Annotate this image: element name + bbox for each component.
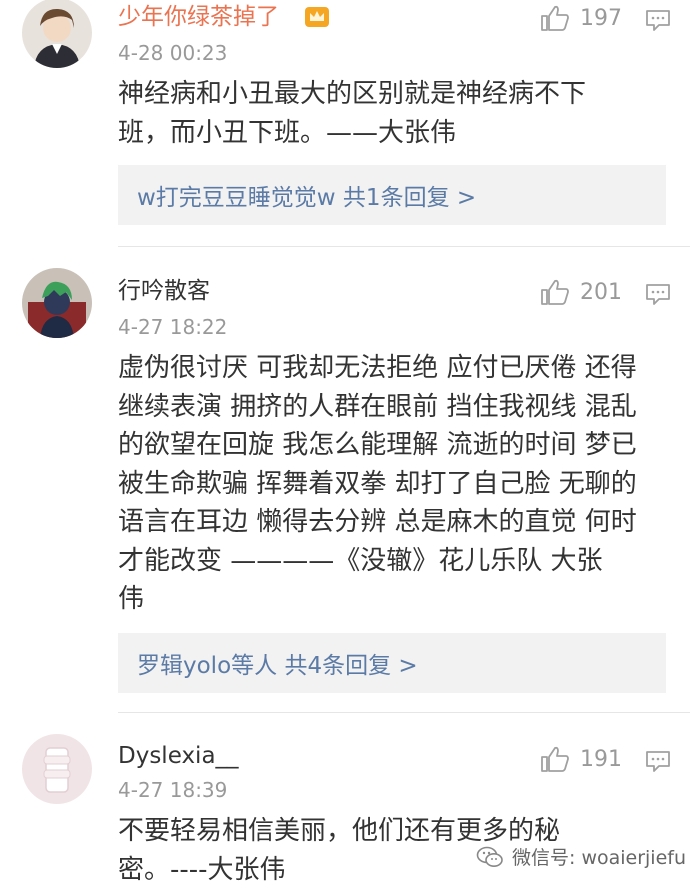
comment-time: 4-28 00:23 [118,40,227,66]
comment-icon [645,749,671,773]
reply-button[interactable] [645,282,671,306]
watermark-text: 微信号: woaierjiefu [512,843,686,870]
comment-body: 神经病和小丑最大的区别就是神经病不下 班，而小丑下班。——大张伟 [118,75,674,152]
reply-summary-text: 罗辑yolo等人 共4条回复 > [137,646,418,680]
avatar[interactable] [22,0,92,68]
avatar[interactable] [22,734,92,804]
comment-body-line: 继续表演 拥挤的人群在眼前 挡住我视线 混乱 [118,388,674,427]
reply-summary-text: w打完豆豆睡觉觉w 共1条回复 > [137,178,476,212]
avatar-image [22,734,92,804]
vip-crown-icon [304,5,330,29]
reply-summary[interactable]: 罗辑yolo等人 共4条回复 > [118,633,666,693]
thumbs-up-icon [540,278,570,306]
divider [118,246,690,247]
like-button[interactable]: 191 [540,744,622,774]
comment-time: 4-27 18:22 [118,314,227,340]
reply-summary[interactable]: w打完豆豆睡觉觉w 共1条回复 > [118,165,666,225]
comment-body: 虚伪很讨厌 可我却无法拒绝 应付已厌倦 还得 继续表演 拥挤的人群在眼前 挡住我… [118,349,674,619]
like-button[interactable]: 201 [540,277,622,307]
like-count: 191 [580,747,622,772]
comment-icon [645,282,671,306]
comment-time: 4-27 18:39 [118,777,227,803]
avatar[interactable] [22,268,92,338]
comment-body-line: 班，而小丑下班。——大张伟 [118,114,674,153]
comment-username[interactable]: 行吟散客 [118,276,210,306]
like-count: 197 [580,6,622,31]
comment-body-line: 神经病和小丑最大的区别就是神经病不下 [118,75,674,114]
reply-button[interactable] [645,749,671,773]
avatar-image [22,268,92,338]
comment-icon [645,8,671,32]
comment-username[interactable]: 少年你绿茶掉了 [118,2,279,32]
like-button[interactable]: 197 [540,3,622,33]
comment-username[interactable]: Dyslexia__ [118,741,239,771]
watermark: 微信号: woaierjiefu [476,843,686,870]
avatar-image [22,0,92,68]
divider [118,712,690,713]
thumbs-up-icon [540,4,570,32]
comment-body-line: 语言在耳边 懒得去分辨 总是麻木的直觉 何时 [118,503,674,542]
comment-body-line: 的欲望在回旋 我怎么能理解 流逝的时间 梦已 [118,426,674,465]
like-count: 201 [580,280,622,305]
thumbs-up-icon [540,745,570,773]
comment-body-line: 才能改变 ————《没辙》花儿乐队 大张 [118,542,674,581]
reply-button[interactable] [645,8,671,32]
comment-body-line: 虚伪很讨厌 可我却无法拒绝 应付已厌倦 还得 [118,349,674,388]
comment-body-line: 伟 [118,580,674,619]
wechat-icon [476,846,504,868]
comment-body-line: 被生命欺骗 挥舞着双拳 却打了自己脸 无聊的 [118,465,674,504]
